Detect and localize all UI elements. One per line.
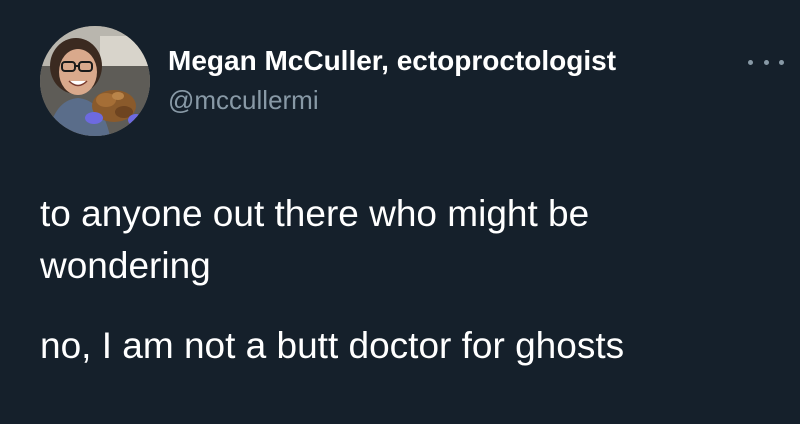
profile-photo [40, 26, 150, 136]
more-options-dot [779, 59, 784, 65]
tweet-body: to anyone out there who might be wonderi… [40, 188, 770, 372]
author-display-name[interactable]: Megan McCuller, ectoproctologist [168, 44, 616, 78]
tweet-paragraph: to anyone out there who might be wonderi… [40, 193, 590, 286]
more-options-dot [748, 59, 753, 65]
tweet-card: Megan McCuller, ectoproctologist @mccull… [0, 0, 800, 424]
avatar[interactable] [40, 26, 150, 136]
more-options-dot [763, 59, 769, 65]
author-handle[interactable]: @mccullermi [168, 84, 319, 116]
tweet-paragraph: no, I am not a butt doctor for ghosts [40, 325, 625, 366]
more-options-icon[interactable] [748, 52, 784, 72]
